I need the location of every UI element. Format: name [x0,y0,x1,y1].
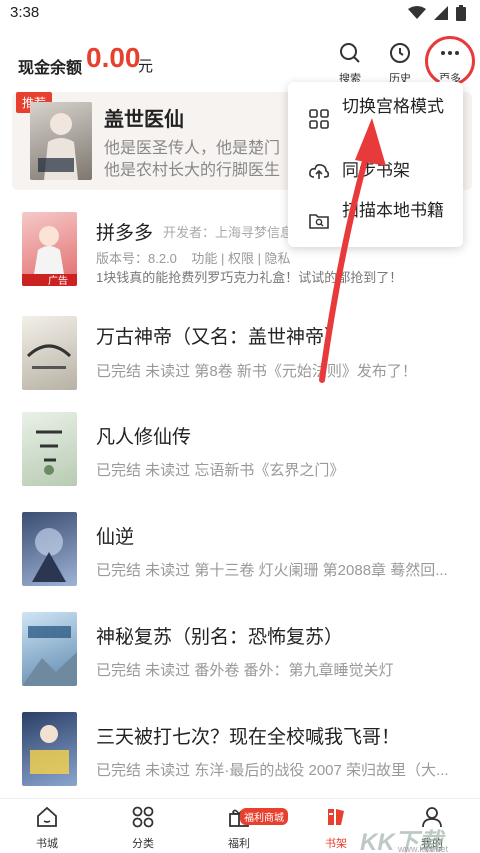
folder-search-icon [309,214,329,229]
book-sub: 已完结 未读过 第8卷 新书《元始法则》发布了！ [96,363,417,380]
wifi-icon [408,6,426,19]
bookshelf-icon [328,809,344,825]
book-sub: 1块钱真的能抢费列罗巧克力礼盒！试试的都抢到了！ [96,270,403,285]
book-sub: 已完结 未读过 番外卷 番外：第九章睡觉关灯 [96,662,394,679]
book-sub: 已完结 未读过 东洋·最后的战役 2007 荣归故里（大... [96,762,449,779]
clock-icon [390,43,410,63]
menu-label: 扫描本地书籍 [342,201,444,220]
menu-item-sync-shelf[interactable]: 同步书架 [288,158,463,186]
menu-label: 同步书架 [342,161,410,180]
book-cover [22,316,77,390]
list-item[interactable]: 凡人修仙传 已完结 未读过 忘语新书《玄界之门》 [0,412,480,512]
battery-icon [456,5,466,21]
search-icon [340,43,360,63]
book-title: 凡人修仙传 [96,427,192,448]
book-cover [22,612,77,686]
list-item[interactable]: 万古神帝（又名：盖世神帝） 已完结 未读过 第8卷 新书《元始法则》发布了！ [0,310,480,410]
nav-label: 福利 [228,838,250,850]
welfare-badge: 福利商城 [240,808,288,825]
status-time: 3:38 [10,4,40,21]
featured-book-desc-1: 他是医圣传人，他是楚门 [104,140,281,157]
menu-item-switch-grid[interactable]: 切换宫格模式 [288,96,463,142]
nav-item-bookstore[interactable]: 书城 [17,805,77,851]
list-item[interactable]: 神秘复苏（别名：恐怖复苏） 已完结 未读过 番外卷 番外：第九章睡觉关灯 [0,612,480,712]
ad-badge: 广告 [48,276,68,286]
nav-label: 书架 [325,838,347,850]
nav-label: 书城 [36,838,58,850]
book-title: 神秘复苏（别名：恐怖复苏） [96,627,344,648]
menu-item-scan-local[interactable]: 扫描本地书籍 [288,200,463,246]
cloud-sync-icon [309,164,330,179]
watermark-url: www.kkx.net [398,844,449,853]
signal-icon [434,6,448,20]
ad-cover: 广告 [22,212,77,286]
balance-amount: 0.00 [86,42,141,73]
grid-icon [309,109,329,129]
list-item[interactable]: 三天被打七次？现在全校喊我飞哥！ 已完结 未读过 东洋·最后的战役 2007 荣… [0,712,480,812]
status-bar: 3:38 [0,0,480,28]
history-button[interactable]: 历史 [380,42,420,86]
search-button[interactable]: 搜索 [330,42,370,86]
menu-label: 切换宫格模式 [342,97,444,116]
nav-item-bookshelf[interactable]: 书架 [306,805,366,851]
ad-meta[interactable]: 版本号：8.2.0 功能 | 权限 | 隐私 [96,248,291,267]
category-icon [132,806,154,828]
status-icons [408,5,466,21]
book-sub: 已完结 未读过 第十三卷 灯火阑珊 第2088章 蓦然回... [96,562,448,579]
book-cover [22,412,77,486]
home-icon [37,806,57,827]
book-title: 拼多多 [96,223,154,244]
book-title: 仙逆 [96,527,135,548]
header: 现金余额 0.00 元 搜索 历史 更多 [0,28,480,88]
book-title: 三天被打七次？现在全校喊我飞哥！ [96,727,401,748]
book-cover [22,512,77,586]
featured-book-cover[interactable] [30,102,92,180]
book-sub: 已完结 未读过 忘语新书《玄界之门》 [96,462,345,479]
nav-item-category[interactable]: 分类 [113,805,173,851]
featured-book-title[interactable]: 盖世医仙 [104,103,184,132]
featured-book-desc-2: 他是农村长大的行脚医生 [104,162,281,179]
balance-label: 现金余额 [18,60,83,77]
book-title: 万古神帝（又名：盖世神帝） [96,327,344,348]
list-item[interactable]: 仙逆 已完结 未读过 第十三卷 灯火阑珊 第2088章 蓦然回... [0,512,480,612]
nav-label: 分类 [132,838,154,850]
book-cover [22,712,77,786]
balance-unit: 元 [138,58,154,75]
